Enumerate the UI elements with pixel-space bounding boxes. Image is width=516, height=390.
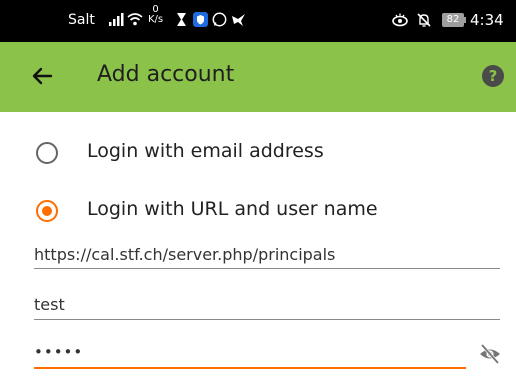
- bird-app-icon: [232, 14, 245, 26]
- help-icon[interactable]: ?: [482, 65, 504, 87]
- app-bar: Add account ?: [0, 42, 516, 112]
- hourglass-icon: [177, 13, 186, 26]
- status-bar: Salt 0 K/s 82 4:34: [0, 0, 516, 42]
- url-login-label[interactable]: Login with URL and user name: [87, 198, 378, 220]
- password-field[interactable]: •••••: [34, 343, 466, 371]
- visibility-off-icon[interactable]: [478, 342, 502, 366]
- shield-app-icon: [193, 12, 208, 27]
- notifications-off-icon: [417, 13, 431, 27]
- username-value[interactable]: test: [34, 295, 65, 314]
- battery-level: 82: [442, 13, 464, 27]
- username-field[interactable]: test: [34, 295, 500, 323]
- network-speed: 0 K/s: [148, 5, 163, 25]
- page-title: Add account: [97, 62, 235, 87]
- back-arrow-icon[interactable]: [30, 64, 54, 88]
- clock: 4:34: [470, 11, 504, 29]
- signal-icon: [109, 13, 124, 26]
- password-value[interactable]: •••••: [34, 343, 83, 361]
- network-speed-unit: K/s: [148, 14, 164, 25]
- eye-comfort-icon: [392, 13, 408, 27]
- carrier-name: Salt: [68, 12, 95, 28]
- base-url-value[interactable]: https://cal.stf.ch/server.php/principals: [34, 245, 335, 264]
- whatsapp-icon: [212, 12, 227, 27]
- wifi-icon: [127, 13, 143, 26]
- email-login-label[interactable]: Login with email address: [87, 140, 324, 162]
- password-underline: [34, 367, 466, 369]
- battery-tip: [464, 17, 466, 23]
- base-url-field[interactable]: https://cal.stf.ch/server.php/principals: [34, 245, 500, 273]
- email-login-radio[interactable]: [36, 142, 58, 164]
- url-login-radio[interactable]: [36, 200, 58, 222]
- username-underline: [34, 319, 500, 320]
- base-url-underline: [34, 268, 500, 269]
